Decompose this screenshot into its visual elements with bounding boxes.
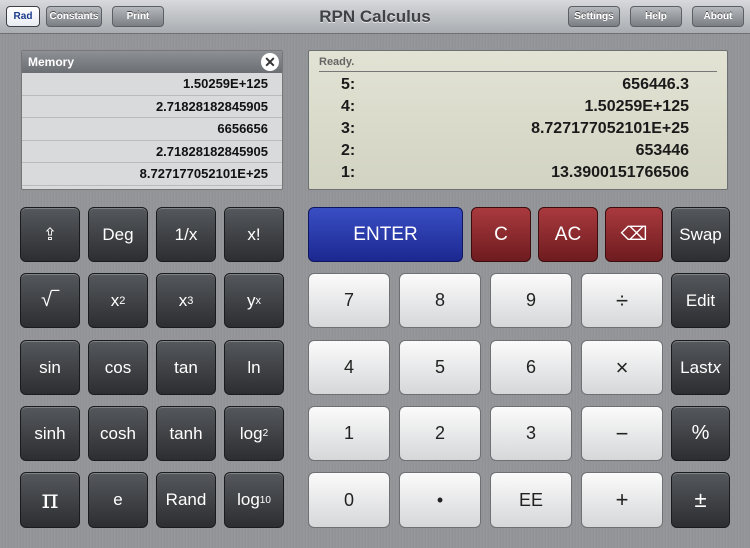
shift-button[interactable]: ⇪	[20, 207, 80, 262]
square-base: x	[110, 290, 120, 310]
sinh-button[interactable]: sinh	[20, 406, 80, 461]
stack-label: 4:	[341, 98, 356, 115]
power-base: y	[247, 290, 256, 310]
stack-value: 13.3900151766506	[551, 164, 689, 181]
stack-row: 2: 653446	[341, 140, 689, 162]
stack-value: 1.50259E+125	[584, 98, 689, 115]
backspace-icon: ⌫	[620, 224, 648, 245]
log2-base: 2	[262, 428, 269, 439]
log2-label: log	[239, 423, 263, 443]
power-button[interactable]: yx	[224, 273, 284, 328]
memory-panel: Memory ✕ 1.50259E+125 2.71828182845905 6…	[21, 50, 283, 190]
all-clear-button[interactable]: AC	[538, 207, 598, 262]
cube-exponent: 3	[187, 294, 194, 307]
digit-9-button[interactable]: 9	[490, 273, 572, 328]
digit-6-button[interactable]: 6	[490, 340, 572, 395]
print-button[interactable]: Print	[112, 6, 164, 27]
stack-value: 653446	[635, 142, 689, 159]
log10-base: 10	[259, 494, 271, 506]
stack-row: 3: 8.727177052101E+25	[341, 118, 689, 140]
backspace-button[interactable]: ⌫	[605, 207, 663, 262]
memory-item[interactable]: 6656656	[22, 118, 282, 141]
settings-button[interactable]: Settings	[568, 6, 620, 27]
memory-item[interactable]: 2.71828182845905	[22, 141, 282, 163]
stack-row: 5: 656446.3	[341, 74, 689, 96]
digit-7-button[interactable]: 7	[308, 273, 390, 328]
e-button[interactable]: e	[88, 472, 148, 528]
status-text: Ready.	[319, 56, 355, 68]
help-button[interactable]: Help	[630, 6, 682, 27]
stack-row: 1: 13.3900151766506	[341, 162, 689, 184]
enter-button[interactable]: ENTER	[308, 207, 463, 262]
tanh-button[interactable]: tanh	[156, 406, 216, 461]
stack-label: 3:	[341, 120, 356, 137]
square-button[interactable]: x2	[88, 273, 148, 328]
cosh-button[interactable]: cosh	[88, 406, 148, 461]
stack-value: 8.727177052101E+25	[531, 120, 689, 137]
clear-button[interactable]: C	[471, 207, 531, 262]
memory-item[interactable]: 1.50259E+125	[22, 73, 282, 96]
digit-4-button[interactable]: 4	[308, 340, 390, 395]
status-divider	[319, 71, 717, 72]
rad-button[interactable]: Rad	[6, 6, 40, 27]
constants-button[interactable]: Constants	[46, 6, 102, 27]
digit-3-button[interactable]: 3	[490, 406, 572, 461]
ln-button[interactable]: ln	[224, 340, 284, 395]
shift-icon: ⇪	[42, 224, 58, 244]
log10-button[interactable]: log 10	[224, 472, 284, 528]
stack-display: Ready. 5: 656446.3 4: 1.50259E+125 3: 8.…	[308, 50, 728, 190]
digit-8-button[interactable]: 8	[399, 273, 481, 328]
divide-button[interactable]: ÷	[581, 273, 663, 328]
about-button[interactable]: About	[692, 6, 744, 27]
digit-1-button[interactable]: 1	[308, 406, 390, 461]
reciprocal-button[interactable]: 1/x	[156, 207, 216, 262]
sqrt-button[interactable]: √‾	[20, 273, 80, 328]
lastx-button[interactable]: Last x	[671, 340, 730, 395]
close-icon[interactable]: ✕	[261, 53, 279, 71]
lastx-variable: x	[712, 357, 721, 377]
ee-button[interactable]: EE	[490, 472, 572, 528]
log10-label: log	[237, 490, 260, 509]
log2-button[interactable]: log 2	[224, 406, 284, 461]
decimal-point-button[interactable]: •	[399, 472, 481, 528]
plus-minus-button[interactable]: ±	[671, 472, 730, 528]
sqrt-icon: √‾	[41, 289, 59, 311]
factorial-button[interactable]: x!	[224, 207, 284, 262]
pi-button[interactable]: π	[20, 472, 80, 528]
square-exponent: 2	[119, 294, 126, 307]
cube-base: x	[178, 290, 188, 310]
swap-button[interactable]: Swap	[671, 207, 730, 262]
memory-title: Memory	[22, 51, 282, 73]
digit-5-button[interactable]: 5	[399, 340, 481, 395]
digit-0-button[interactable]: 0	[308, 472, 390, 528]
digit-2-button[interactable]: 2	[399, 406, 481, 461]
toolbar: Rad Constants Print RPN Calculus Setting…	[0, 0, 750, 34]
tan-button[interactable]: tan	[156, 340, 216, 395]
deg-button[interactable]: Deg	[88, 207, 148, 262]
rand-button[interactable]: Rand	[156, 472, 216, 528]
percent-button[interactable]: %	[671, 406, 730, 461]
lastx-label: Last	[680, 357, 713, 377]
memory-item[interactable]: 8.727177052101E+25	[22, 163, 282, 186]
sin-button[interactable]: sin	[20, 340, 80, 395]
plus-button[interactable]: +	[581, 472, 663, 528]
stack-label: 5:	[341, 76, 356, 93]
stack-label: 2:	[341, 142, 356, 159]
edit-button[interactable]: Edit	[671, 273, 730, 328]
memory-item[interactable]: 2.71828182845905	[22, 96, 282, 118]
cube-button[interactable]: x3	[156, 273, 216, 328]
power-exponent: x	[255, 294, 262, 307]
stack-value: 656446.3	[622, 76, 689, 93]
minus-button[interactable]: −	[581, 406, 663, 461]
stack-label: 1:	[341, 164, 356, 181]
stack-row: 4: 1.50259E+125	[341, 96, 689, 118]
cos-button[interactable]: cos	[88, 340, 148, 395]
multiply-button[interactable]: ×	[581, 340, 663, 395]
